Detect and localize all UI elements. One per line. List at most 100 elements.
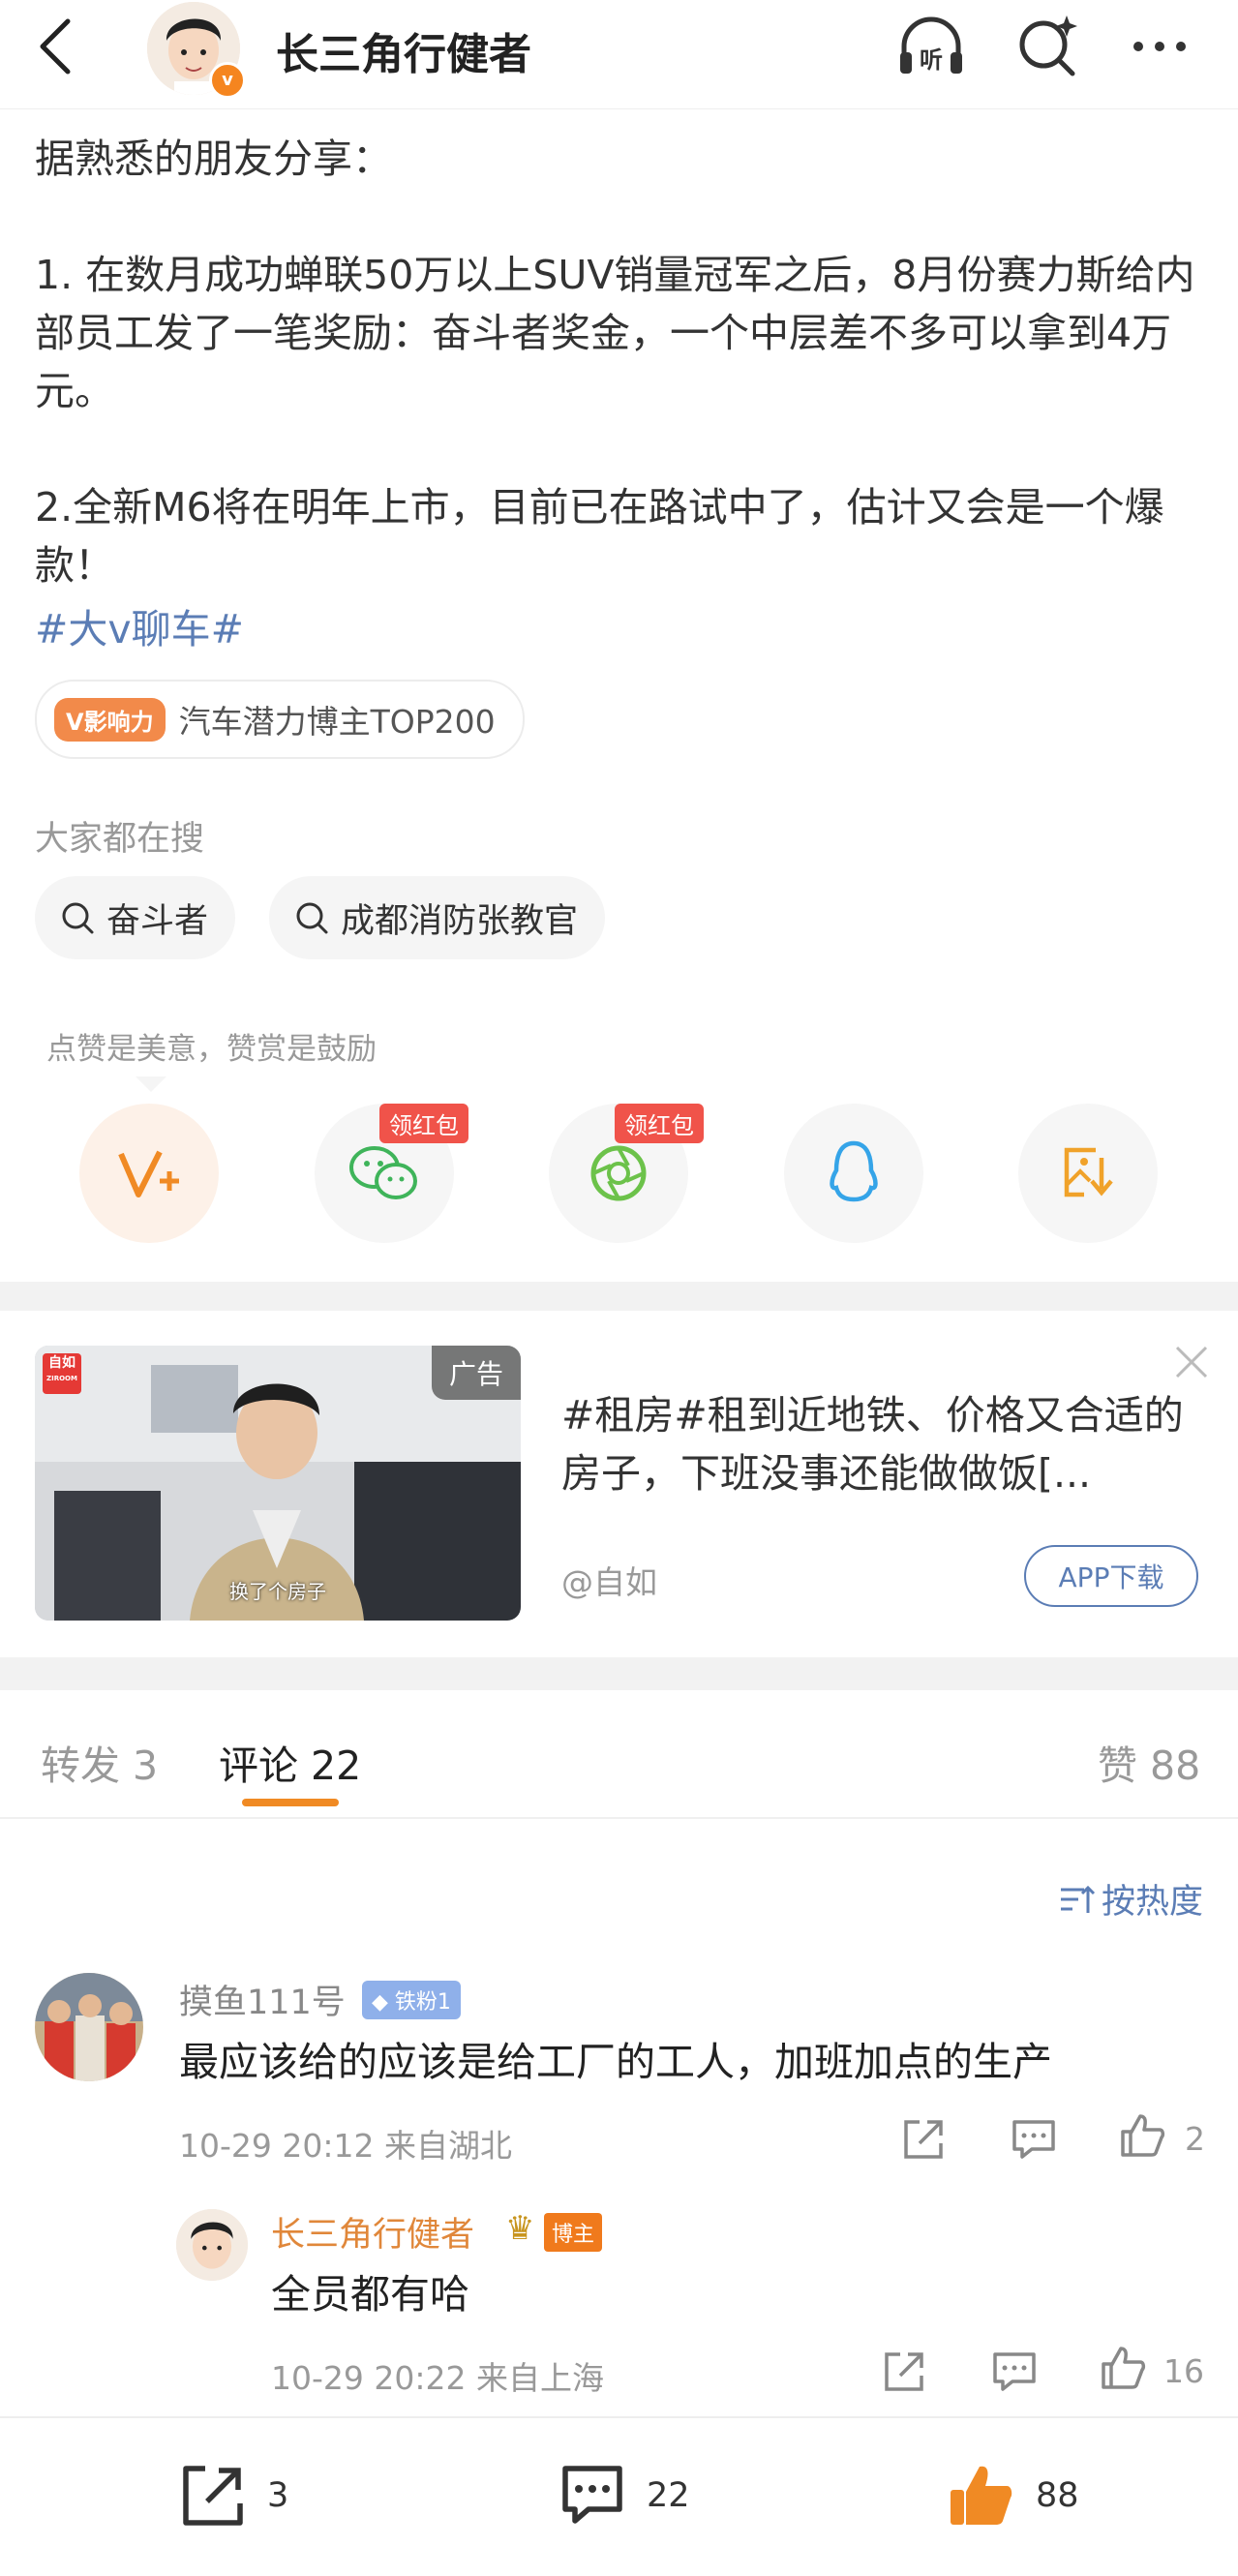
thumbs-up-filled-icon — [951, 2466, 1012, 2525]
ad-source[interactable]: @自如 — [561, 1557, 657, 1603]
page-title: 长三角行健者 — [276, 30, 531, 79]
more-dots-icon — [1133, 42, 1186, 51]
sort-icon — [1061, 1885, 1096, 1913]
section-divider — [0, 1657, 1238, 1690]
trending-search-label: 大家都在搜 — [35, 820, 205, 859]
comment-icon — [562, 2466, 622, 2524]
tab-comments[interactable]: 评论 22 — [219, 1733, 361, 1791]
ad-tag: 广告 — [431, 1346, 521, 1400]
search-chip-label: 成都消防张教官 — [341, 901, 579, 941]
repost-count: 3 — [267, 2476, 289, 2515]
search-button[interactable] — [1009, 8, 1086, 85]
hint-pointer — [136, 1076, 166, 1092]
tab-repost[interactable]: 转发 3 — [41, 1733, 158, 1791]
tab-likes[interactable]: 赞 88 — [1098, 1733, 1200, 1791]
commenter-name[interactable]: 摸鱼111号 — [179, 1975, 346, 2024]
save-image-icon — [1064, 1147, 1113, 1197]
redpack-badge: 领红包 — [379, 1104, 468, 1143]
share-icon — [183, 2466, 243, 2526]
diamond-icon: ◆ — [372, 1990, 388, 2015]
ad-title[interactable]: #租房#租到近地铁、价格又合适的房子，下班没事还能做做饭[... — [561, 1386, 1200, 1502]
share-icon — [885, 2352, 923, 2391]
fan-badge: ◆ 铁粉1 — [362, 1981, 461, 2019]
post-line — [35, 420, 1206, 478]
search-chip-label: 奋斗者 — [106, 901, 209, 941]
reply-text[interactable]: 全员都有哈 — [271, 2261, 469, 2319]
search-icon — [296, 902, 328, 934]
share-qq-button[interactable] — [784, 1104, 923, 1243]
post-line: 1. 在数月成功蝉联50万以上SUV销量冠军之后，8月份赛力斯给内部员工发了一笔… — [35, 252, 1195, 414]
save-image-button[interactable] — [1018, 1104, 1158, 1243]
post-body: 据熟悉的朋友分享： 1. 在数月成功蝉联50万以上SUV销量冠军之后，8月份赛力… — [35, 130, 1206, 594]
search-chip[interactable]: 成都消防张教官 — [269, 876, 606, 959]
repost-comment-button[interactable] — [879, 2347, 929, 2397]
host-badge: 博主 — [544, 2213, 603, 2252]
comment-icon — [993, 2352, 1036, 2391]
reward-hint: 点赞是美意，赞赏是鼓励 — [46, 1032, 377, 1067]
ad-video-thumbnail[interactable]: 自如 ZIROOM 广告 换了个房子 — [35, 1346, 521, 1621]
comment-count: 22 — [647, 2476, 690, 2515]
commenter-avatar-image — [35, 1973, 143, 2081]
reply-author-name[interactable]: 长三角行健者 — [271, 2207, 474, 2257]
chevron-left-icon — [40, 18, 71, 75]
post-line: 据熟悉的朋友分享： — [35, 136, 392, 182]
like-count: 88 — [1036, 2476, 1079, 2515]
thumbs-up-icon — [1102, 2347, 1146, 2389]
share-icon — [904, 2120, 943, 2159]
reward-button[interactable] — [79, 1104, 219, 1243]
like-button[interactable]: 88 — [945, 2459, 1079, 2532]
author-avatar-small — [176, 2209, 248, 2281]
ad-logo: 自如 ZIROOM — [43, 1353, 81, 1394]
reply-like-count: 16 — [1163, 2352, 1204, 2390]
moments-icon — [590, 1145, 647, 1201]
reply-comment-button[interactable] — [1009, 2114, 1059, 2165]
influence-tag[interactable]: V影响力 汽车潜力博主TOP200 — [35, 680, 525, 759]
repost-comment-button[interactable] — [898, 2114, 949, 2165]
section-divider — [0, 1282, 1238, 1311]
svg-text:听: 听 — [920, 46, 943, 74]
top-bar: v 长三角行健者 听 — [0, 0, 1238, 109]
comment-meta: 10-29 20:12 来自湖北 — [179, 2127, 512, 2165]
sort-label: 按热度 — [1102, 1883, 1204, 1922]
comment-icon — [1012, 2120, 1055, 2159]
app-download-button[interactable]: APP下载 — [1024, 1545, 1198, 1607]
active-tab-indicator — [242, 1799, 339, 1806]
topic-link[interactable]: #大v聊车# — [35, 596, 244, 654]
tabs-divider — [0, 1817, 1238, 1819]
thumbs-up-icon — [1121, 2114, 1165, 2157]
reply-comment-button[interactable] — [989, 2347, 1040, 2397]
redpack-badge: 领红包 — [615, 1104, 704, 1143]
search-chip[interactable]: 奋斗者 — [35, 876, 236, 959]
headphones-icon: 听 — [900, 16, 962, 74]
fan-badge-label: 铁粉1 — [394, 1990, 451, 2015]
ad-logo-text: 自如 — [48, 1355, 75, 1371]
post-line — [35, 188, 1206, 246]
back-button[interactable] — [29, 17, 87, 76]
comment-button[interactable]: 22 — [556, 2459, 690, 2532]
reply-meta: 10-29 20:22 来自上海 — [271, 2359, 604, 2397]
search-sparkle-icon — [1019, 15, 1077, 76]
avatar[interactable] — [35, 1973, 143, 2081]
verified-badge: v — [209, 62, 246, 99]
ad-close-button[interactable] — [1169, 1340, 1214, 1384]
influence-badge: V影响力 — [54, 697, 166, 742]
more-button[interactable] — [1123, 8, 1200, 85]
listen-button[interactable]: 听 — [892, 8, 970, 85]
crown-icon: ♛ — [505, 2209, 535, 2248]
qq-icon — [830, 1140, 878, 1202]
influence-label: 汽车潜力博主TOP200 — [178, 703, 496, 741]
close-icon — [1175, 1346, 1208, 1379]
like-comment-button[interactable] — [1117, 2110, 1167, 2161]
comment-text[interactable]: 最应该给的应该是给工厂的工人，加班加点的生产 — [179, 2029, 1052, 2087]
v-plus-icon — [118, 1150, 179, 1197]
like-comment-button[interactable] — [1098, 2343, 1148, 2393]
sort-button[interactable]: 按热度 — [1057, 1874, 1203, 1924]
wechat-icon — [349, 1146, 417, 1199]
comment-like-count: 2 — [1185, 2120, 1205, 2158]
ad-video-caption: 换了个房子 — [229, 1580, 326, 1603]
post-line: 2.全新M6将在明年上市，目前已在路试中了，估计又会是一个爆款！ — [35, 484, 1164, 589]
repost-button[interactable]: 3 — [176, 2459, 288, 2532]
search-icon — [62, 902, 94, 934]
avatar[interactable] — [176, 2209, 248, 2281]
ad-logo-sub: ZIROOM — [46, 1375, 77, 1382]
